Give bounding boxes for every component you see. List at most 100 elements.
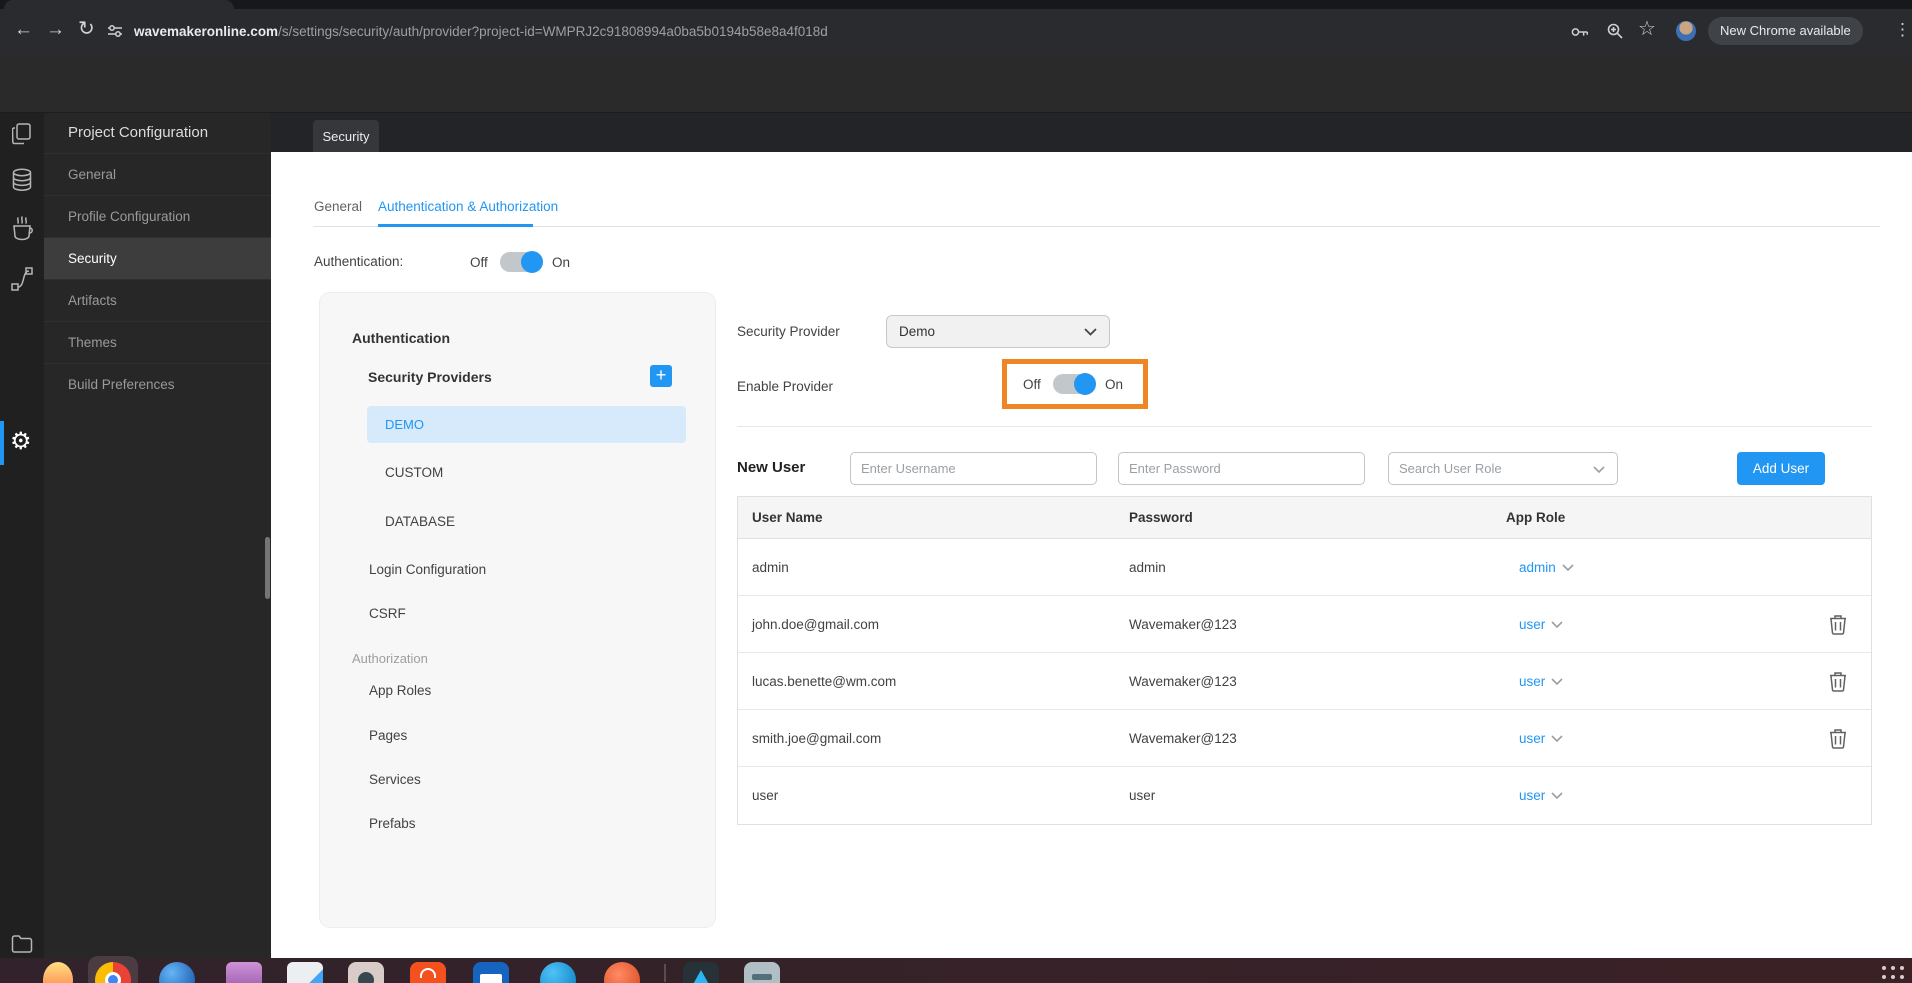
cell-password: Wavemaker@123 bbox=[1129, 731, 1237, 746]
new-user-username-input[interactable] bbox=[850, 452, 1097, 485]
browser-toolbar: ← → ↻ wavemakeronline.com/s/settings/sec… bbox=[0, 9, 1912, 54]
authentication-section-heading: Authentication bbox=[352, 330, 450, 346]
cell-password: admin bbox=[1129, 560, 1166, 575]
enable-provider-toggle[interactable] bbox=[1053, 373, 1096, 395]
workspace-tab-security[interactable]: Security bbox=[313, 120, 379, 152]
active-tab-underline bbox=[378, 224, 533, 227]
back-icon[interactable]: ← bbox=[14, 20, 33, 40]
browser-tab-strip bbox=[0, 0, 1912, 9]
sidebar-item-artifacts[interactable]: Artifacts bbox=[44, 279, 271, 321]
add-user-button[interactable]: Add User bbox=[1737, 452, 1825, 485]
header-password: Password bbox=[1129, 510, 1193, 525]
add-provider-button[interactable]: + bbox=[650, 365, 672, 387]
chevron-down-icon bbox=[1562, 564, 1574, 571]
provider-item-database[interactable]: DATABASE bbox=[385, 514, 455, 529]
url-bar[interactable]: wavemakeronline.com/s/settings/security/… bbox=[134, 9, 828, 54]
security-provider-label: Security Provider bbox=[737, 324, 840, 339]
firefox-icon[interactable] bbox=[604, 962, 640, 983]
orchestration-icon[interactable] bbox=[11, 267, 33, 291]
authentication-off-label: Off bbox=[470, 255, 488, 270]
sidebar-scrollbar[interactable] bbox=[265, 537, 270, 599]
table-row: admin admin admin bbox=[738, 539, 1871, 596]
chevron-down-icon bbox=[1551, 678, 1563, 685]
chevron-down-icon bbox=[1551, 621, 1563, 628]
users-table: User Name Password App Role admin admin … bbox=[737, 496, 1872, 825]
delete-user-icon[interactable] bbox=[1829, 671, 1847, 692]
drawing-tool-icon[interactable] bbox=[683, 962, 719, 983]
app-header: BrightBank_RN Pr... ▷ bbox=[0, 54, 1912, 155]
section-divider bbox=[737, 426, 1872, 427]
forward-icon[interactable]: → bbox=[46, 20, 65, 40]
new-user-role-select[interactable]: Search User Role bbox=[1388, 452, 1618, 485]
database-icon[interactable] bbox=[11, 168, 33, 192]
app-store-icon[interactable] bbox=[410, 962, 446, 983]
role-dropdown[interactable]: user bbox=[1519, 596, 1563, 653]
reload-icon[interactable]: ↻ bbox=[78, 19, 95, 39]
users-table-header: User Name Password App Role bbox=[738, 497, 1871, 539]
sidebar-item-build-preferences[interactable]: Build Preferences bbox=[44, 363, 271, 405]
sidebar-item-profile-configuration[interactable]: Profile Configuration bbox=[44, 195, 271, 237]
tab-authentication-authorization[interactable]: Authentication & Authorization bbox=[378, 199, 558, 214]
site-settings-icon[interactable] bbox=[106, 22, 124, 40]
enable-provider-label: Enable Provider bbox=[737, 379, 834, 394]
enable-provider-off-label: Off bbox=[1023, 377, 1041, 392]
nav-item-csrf[interactable]: CSRF bbox=[369, 606, 406, 621]
browser-active-tab[interactable] bbox=[4, 0, 234, 9]
cell-username: user bbox=[752, 788, 779, 803]
delete-user-icon[interactable] bbox=[1829, 728, 1847, 749]
nav-item-pages[interactable]: Pages bbox=[369, 728, 407, 743]
new-user-label: New User bbox=[737, 459, 806, 476]
browser-menu-icon[interactable]: ⋮ bbox=[1894, 20, 1911, 40]
new-user-password-input[interactable] bbox=[1118, 452, 1365, 485]
cell-username: lucas.benette@wm.com bbox=[752, 674, 897, 689]
authentication-label: Authentication: bbox=[314, 254, 404, 269]
cell-password: user bbox=[1129, 788, 1156, 803]
folder-icon[interactable] bbox=[11, 934, 33, 954]
files-folder-icon[interactable] bbox=[226, 962, 262, 983]
wps-office-icon[interactable] bbox=[473, 962, 509, 983]
nav-item-app-roles[interactable]: App Roles bbox=[369, 683, 431, 698]
nav-item-services[interactable]: Services bbox=[369, 772, 421, 787]
security-providers-heading: Security Providers bbox=[368, 369, 492, 385]
role-dropdown[interactable]: admin bbox=[1519, 539, 1574, 596]
workspace-tab-bar: Security bbox=[271, 113, 1912, 152]
cell-username: john.doe@gmail.com bbox=[752, 617, 880, 632]
archive-manager-icon[interactable] bbox=[744, 962, 780, 983]
browser-profile-avatar[interactable] bbox=[1676, 21, 1696, 41]
bookmark-star-icon[interactable]: ☆ bbox=[1638, 19, 1656, 39]
role-dropdown[interactable]: user bbox=[1519, 653, 1563, 710]
chrome-update-chip[interactable]: New Chrome available bbox=[1708, 17, 1863, 45]
security-provider-select[interactable]: Demo bbox=[886, 315, 1110, 348]
java-service-icon[interactable] bbox=[10, 216, 34, 242]
security-provider-value: Demo bbox=[899, 324, 936, 339]
delete-user-icon[interactable] bbox=[1829, 614, 1847, 635]
provider-item-custom[interactable]: CUSTOM bbox=[385, 465, 443, 480]
nav-item-login-configuration[interactable]: Login Configuration bbox=[369, 562, 486, 577]
pages-icon[interactable] bbox=[12, 123, 32, 145]
role-dropdown[interactable]: user bbox=[1519, 710, 1563, 767]
sidebar-item-general[interactable]: General bbox=[44, 153, 271, 195]
provider-item-demo[interactable]: DEMO bbox=[367, 406, 686, 443]
table-row: john.doe@gmail.com Wavemaker@123 user bbox=[738, 596, 1871, 653]
text-editor-icon[interactable] bbox=[287, 962, 323, 983]
authentication-toggle[interactable] bbox=[500, 251, 543, 273]
nav-item-prefabs[interactable]: Prefabs bbox=[369, 816, 416, 831]
role-chevron-down-icon bbox=[1593, 466, 1605, 473]
sidebar-item-security[interactable]: Security bbox=[44, 237, 271, 279]
sidebar-item-themes[interactable]: Themes bbox=[44, 321, 271, 363]
authorization-section-heading: Authorization bbox=[352, 651, 428, 666]
app-grid-icon[interactable] bbox=[1882, 966, 1906, 980]
active-rail-indicator bbox=[0, 421, 4, 465]
thunderbird-icon[interactable] bbox=[159, 962, 195, 983]
skype-icon[interactable] bbox=[540, 962, 576, 983]
settings-gear-icon[interactable]: ⚙ bbox=[10, 429, 32, 455]
table-row: smith.joe@gmail.com Wavemaker@123 user bbox=[738, 710, 1871, 767]
flame-app-icon[interactable] bbox=[43, 962, 73, 983]
role-dropdown[interactable]: user bbox=[1519, 767, 1563, 824]
zoom-icon[interactable] bbox=[1606, 22, 1624, 40]
table-row: user user user bbox=[738, 767, 1871, 824]
dock-divider bbox=[664, 964, 666, 982]
tab-general[interactable]: General bbox=[314, 199, 362, 214]
password-key-icon[interactable] bbox=[1570, 23, 1590, 41]
camera-app-icon[interactable] bbox=[348, 962, 384, 983]
